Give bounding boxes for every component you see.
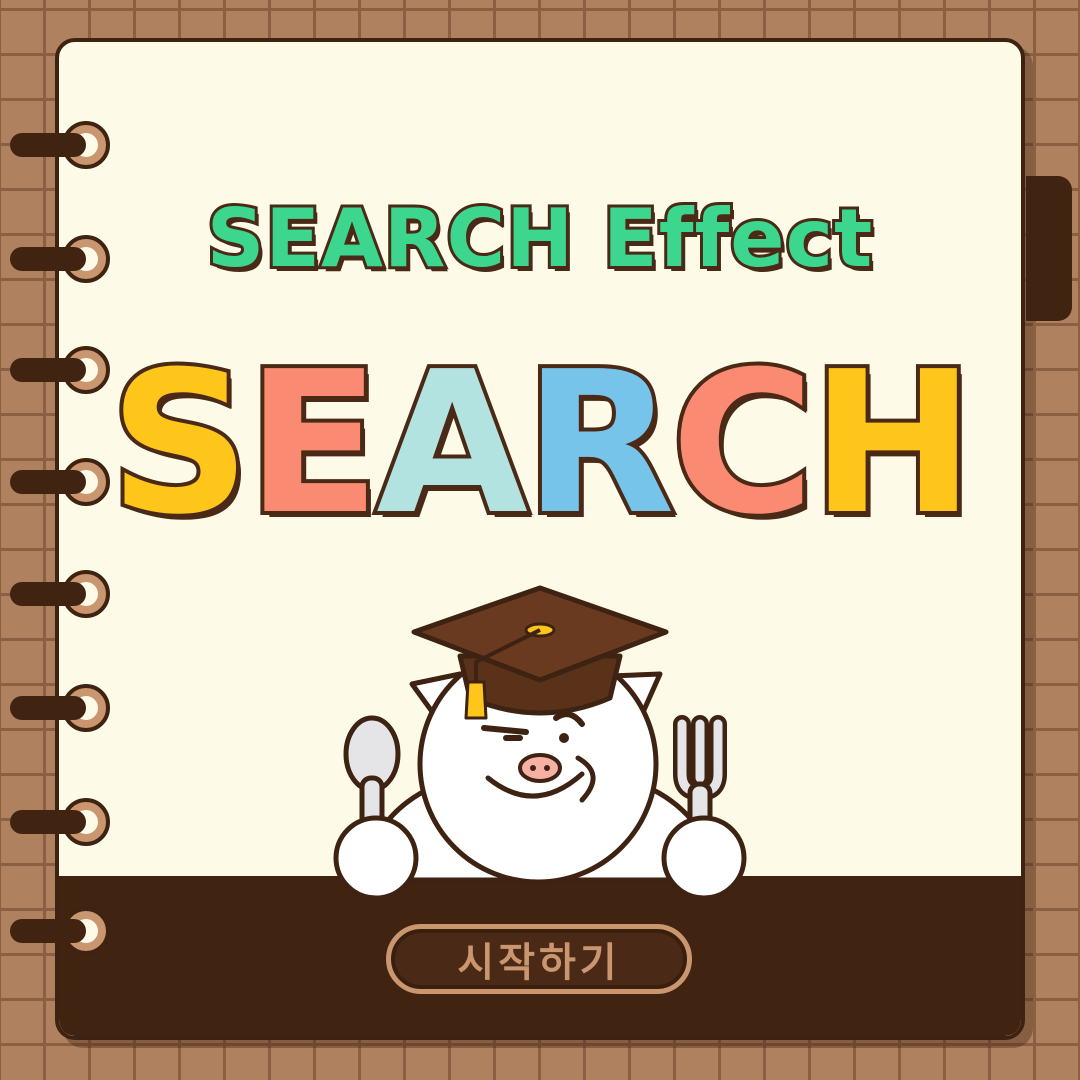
start-button[interactable]: 시작하기: [386, 924, 692, 994]
binder-ring-icon: [10, 798, 110, 846]
wordmark-letter: C: [667, 330, 819, 558]
wordmark-letter: S: [105, 330, 254, 558]
binder-ring-icon: [10, 684, 110, 732]
pig-mascot: [333, 585, 747, 898]
binder-ring-icon: [10, 121, 110, 169]
search-wordmark: SEARCH: [0, 342, 1080, 546]
game-title: SEARCH Effect: [204, 189, 875, 288]
wordmark-letter: H: [807, 330, 979, 558]
wordmark-letter: R: [520, 330, 679, 558]
wordmark-letter: E: [242, 330, 384, 558]
start-button-label: 시작하기: [457, 940, 621, 986]
binder-ring-icon: [10, 907, 110, 955]
wordmark-letter: A: [372, 330, 532, 558]
binder-ring-icon: [10, 570, 110, 618]
